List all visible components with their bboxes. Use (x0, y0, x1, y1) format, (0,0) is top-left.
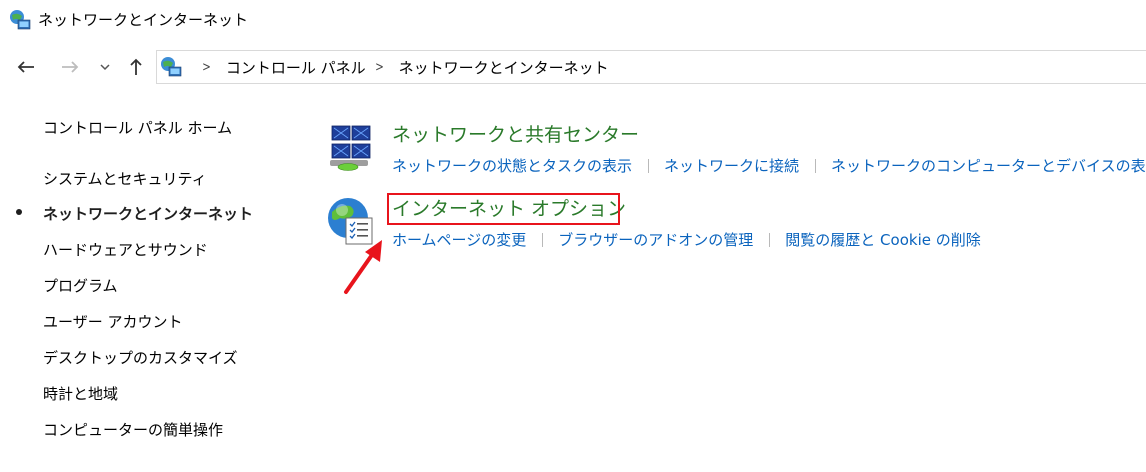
navigation-bar: > コントロール パネル > ネットワークとインターネット (0, 48, 1146, 86)
breadcrumb-network-internet[interactable]: ネットワークとインターネット (399, 57, 609, 78)
link-divider (648, 159, 650, 173)
sidebar-item-hardware-sound[interactable]: ハードウェアとサウンド (43, 240, 208, 260)
forward-button[interactable] (58, 55, 82, 79)
internet-options-links: ホームページの変更 ブラウザーのアドオンの管理 閲覧の履歴と Cookie の削… (392, 230, 981, 250)
arrow-up-icon (130, 58, 142, 75)
sidebar-item-user-accounts[interactable]: ユーザー アカウント (43, 312, 182, 332)
window-title: ネットワークとインターネット (38, 11, 249, 29)
sidebar-item-desktop-customization[interactable]: デスクトップのカスタマイズ (43, 348, 238, 368)
highlight-box (387, 193, 620, 225)
change-homepage-link[interactable]: ホームページの変更 (392, 230, 526, 250)
title-bar: ネットワークとインターネット (0, 0, 1146, 40)
sidebar-item-clock-region[interactable]: 時計と地域 (43, 384, 118, 404)
arrow-left-icon (17, 61, 34, 73)
network-globe-icon (161, 57, 182, 77)
manage-addons-link[interactable]: ブラウザーのアドオンの管理 (558, 230, 753, 250)
delete-history-cookies-link[interactable]: 閲覧の履歴と Cookie の削除 (785, 230, 980, 250)
network-sharing-center-title[interactable]: ネットワークと共有センター (392, 122, 639, 148)
category-network-sharing-center: ネットワークと共有センター ネットワークの状態とタスクの表示 ネットワークに接続… (326, 122, 1146, 182)
view-network-computers-link[interactable]: ネットワークのコンピューターとデバイスの表示 (831, 156, 1146, 176)
sidebar-item-network-internet[interactable]: ネットワークとインターネット (43, 204, 253, 224)
sidebar-item-programs[interactable]: プログラム (43, 276, 118, 296)
breadcrumb-separator[interactable]: > (202, 60, 211, 75)
link-divider (542, 233, 544, 247)
view-network-status-link[interactable]: ネットワークの状態とタスクの表示 (392, 156, 632, 176)
up-button[interactable] (124, 55, 148, 79)
chevron-down-icon (100, 64, 110, 71)
network-sharing-center-links: ネットワークの状態とタスクの表示 ネットワークに接続 ネットワークのコンピュータ… (392, 156, 1146, 176)
active-item-bullet (16, 209, 22, 215)
sidebar-item-control-panel-home[interactable]: コントロール パネル ホーム (43, 118, 232, 138)
connect-to-network-link[interactable]: ネットワークに接続 (664, 156, 799, 176)
network-sharing-center-icon[interactable] (326, 122, 376, 172)
sidebar-item-ease-of-access[interactable]: コンピューターの簡単操作 (43, 420, 223, 440)
network-globe-icon (10, 10, 31, 30)
link-divider (815, 159, 817, 173)
sidebar-item-system-security[interactable]: システムとセキュリティ (43, 169, 207, 189)
arrow-right-icon (62, 61, 79, 73)
breadcrumb-control-panel[interactable]: コントロール パネル (226, 57, 366, 78)
recent-locations-button[interactable] (94, 55, 116, 79)
back-button[interactable] (14, 55, 38, 79)
red-arrow-icon (344, 240, 382, 294)
link-divider (769, 233, 771, 247)
breadcrumb-separator[interactable]: > (375, 60, 384, 75)
address-bar[interactable]: > コントロール パネル > ネットワークとインターネット (156, 50, 1146, 84)
